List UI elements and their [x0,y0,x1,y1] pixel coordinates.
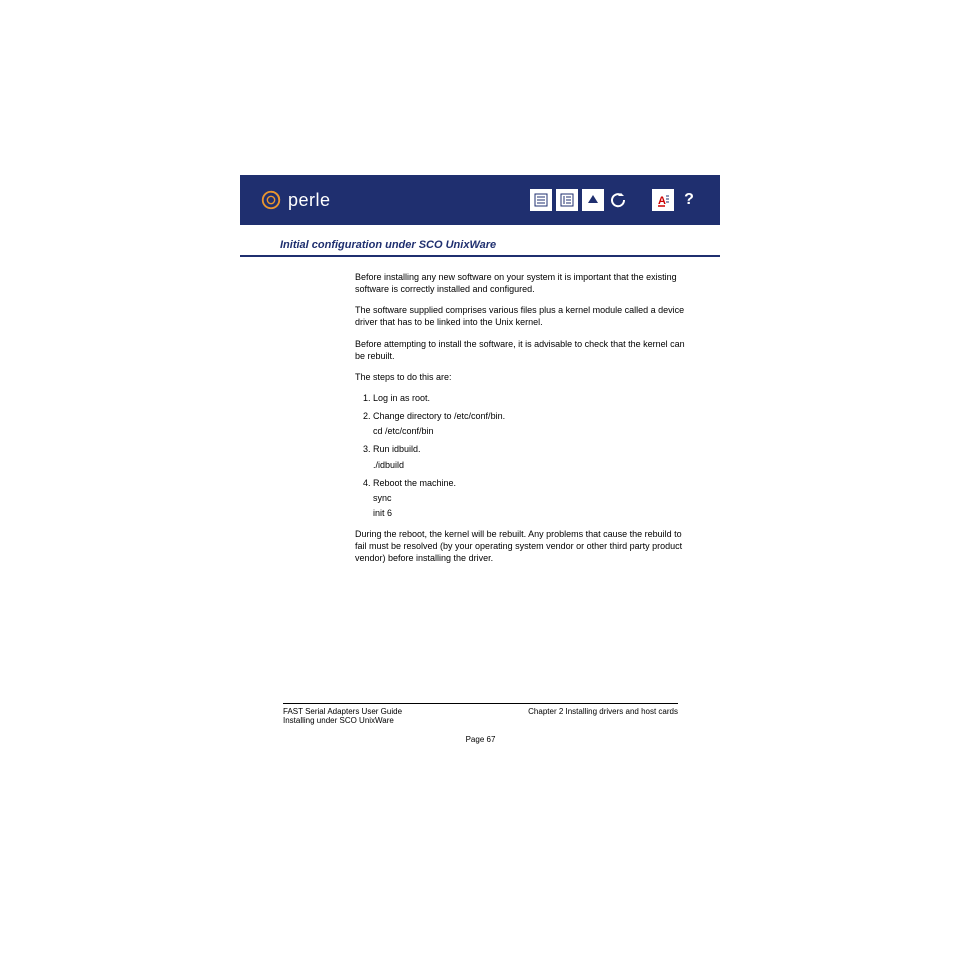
footer-chapter: Chapter 2 Installing drivers and host ca… [528,707,678,725]
command-text: sync [373,492,690,504]
paragraph: Before attempting to install the softwar… [355,338,690,362]
perle-logo-icon [260,189,282,211]
svg-text:A: A [658,195,666,207]
back-icon[interactable] [608,189,630,211]
brand-name: perle [288,190,331,211]
header-bar: perle A ? [240,175,720,225]
list-item: Run idbuild. ./idbuild [373,443,690,470]
paragraph: The software supplied comprises various … [355,304,690,328]
font-icon[interactable]: A [652,189,674,211]
command-text: ./idbuild [373,459,690,471]
paragraph: Before installing any new software on yo… [355,271,690,295]
index-icon[interactable] [556,189,578,211]
brand-logo: perle [260,189,331,211]
step-list: Log in as root. Change directory to /etc… [355,392,690,519]
list-item: Change directory to /etc/conf/bin. cd /e… [373,410,690,437]
paragraph: During the reboot, the kernel will be re… [355,528,690,564]
footer-section-name: Installing under SCO UnixWare [283,716,402,725]
body-content: Before installing any new software on yo… [240,271,720,565]
toc-icon[interactable] [530,189,552,211]
list-item: Log in as root. [373,392,690,404]
page-footer: FAST Serial Adapters User Guide Installi… [283,703,678,744]
paragraph: The steps to do this are: [355,371,690,383]
footer-guide-title: FAST Serial Adapters User Guide [283,707,402,716]
command-text: cd /etc/conf/bin [373,425,690,437]
section-title: Initial configuration under SCO UnixWare [240,225,720,257]
page-number: Page 67 [283,735,678,744]
nav-toolbar: A ? [530,189,700,211]
command-text: init 6 [373,507,690,519]
up-icon[interactable] [582,189,604,211]
help-icon[interactable]: ? [678,189,700,211]
list-item: Reboot the machine. sync init 6 [373,477,690,519]
